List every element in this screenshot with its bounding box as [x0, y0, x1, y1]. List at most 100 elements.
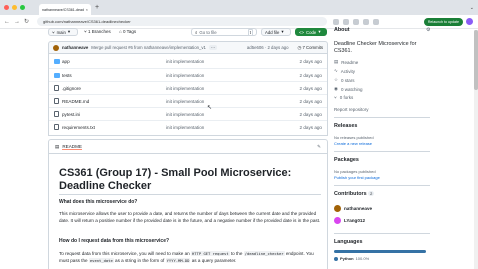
book-icon: ▤ — [334, 59, 339, 64]
url-input[interactable]: github.com/nathanneave/CS361-deadlineche… — [37, 17, 328, 26]
file-commit-message[interactable]: init implementation — [166, 112, 204, 117]
branches-label: 1 Branches — [87, 29, 111, 34]
gear-icon[interactable]: ⚙ — [426, 27, 430, 33]
contributor-name: LYang012 — [344, 218, 366, 223]
scrollbar[interactable] — [474, 30, 478, 269]
ellipsis-icon[interactable]: ⋯ — [208, 45, 217, 50]
file-icon — [54, 98, 59, 104]
file-age: 2 days ago — [299, 72, 322, 78]
update-button[interactable]: Relaunch to update — [423, 17, 463, 26]
file-name[interactable]: tests — [62, 73, 72, 78]
add-file-button[interactable]: Add file ▾ — [261, 28, 291, 36]
tags-label: 0 Tags — [122, 29, 137, 34]
file-name[interactable]: pytest.ini — [62, 112, 80, 117]
author-avatar[interactable] — [53, 44, 59, 51]
commits-link[interactable]: ◷ 7 Commits — [298, 45, 324, 51]
file-commit-message[interactable]: init implementation — [166, 125, 204, 130]
sidebar-link-activity[interactable]: ∿ Activity — [334, 68, 355, 74]
extension-icon[interactable] — [373, 18, 380, 25]
file-age: 2 days ago — [299, 124, 322, 130]
packages-heading[interactable]: Packages — [334, 157, 359, 163]
language-dot — [334, 256, 338, 261]
extension-icon[interactable] — [363, 18, 370, 25]
file-name[interactable]: .gitignore — [62, 86, 81, 91]
close-tab-icon[interactable]: × — [86, 7, 88, 12]
file-name[interactable]: app — [62, 59, 70, 64]
sidebar-link-star[interactable]: ☆ 0 stars — [334, 77, 355, 83]
contributor-name: nathanneave — [344, 206, 373, 211]
maximize-window-button[interactable] — [20, 5, 25, 10]
history-icon: ◷ — [297, 44, 302, 50]
extension-icon[interactable] — [353, 18, 360, 25]
minimize-window-button[interactable] — [12, 5, 17, 10]
reload-icon[interactable]: ↻ — [24, 18, 29, 25]
back-icon[interactable]: ← — [4, 19, 10, 25]
file-row[interactable]: README.md init implementation 2 days ago — [49, 94, 327, 107]
packages-text: No packages published — [334, 169, 376, 174]
sidebar-link-fork[interactable]: ⑂ 0 forks — [334, 95, 353, 100]
go-to-file-input[interactable]: ⌕ Go to file t — [191, 28, 257, 36]
branch-icon: ⑂ — [84, 29, 87, 34]
file-name[interactable]: requirements.txt — [62, 125, 95, 130]
commit-message[interactable]: Merge pull request #6 from nathanneave/i… — [91, 45, 206, 50]
chevron-down-icon: ▾ — [281, 29, 284, 34]
file-row[interactable]: app init implementation 2 days ago — [49, 55, 327, 68]
create-release-link[interactable]: Create a new release — [334, 141, 372, 146]
file-commit-message[interactable]: init implementation — [166, 59, 204, 64]
new-tab-button[interactable]: + — [95, 4, 99, 11]
inline-code: YYYY-MM-DD — [165, 257, 191, 263]
code-icon: <> — [299, 29, 305, 35]
sidebar-link-book[interactable]: ▤ Readme — [334, 59, 358, 65]
file-commit-message[interactable]: init implementation — [166, 99, 204, 104]
extension-icon[interactable] — [343, 18, 350, 25]
folder-icon — [54, 59, 60, 64]
commit-author[interactable]: nathanneave — [62, 45, 88, 50]
extension-icon[interactable] — [333, 18, 340, 25]
file-row[interactable]: .gitignore init implementation 2 days ago — [49, 81, 327, 94]
profile-avatar[interactable] — [466, 18, 473, 25]
tab-list-icon[interactable]: ⌄ — [470, 5, 474, 11]
repo-description: Deadline Checker Microservice for CS361. — [334, 41, 417, 54]
branches-link[interactable]: ⑂ 1 Branches — [84, 29, 111, 34]
file-name[interactable]: README.md — [62, 99, 89, 104]
contributors-label: Contributors — [334, 191, 367, 197]
file-row[interactable]: requirements.txt init implementation 2 day… — [49, 120, 327, 133]
contributor-avatar — [334, 205, 341, 212]
releases-heading[interactable]: Releases — [334, 123, 357, 129]
text-span: To request data from this microservice, … — [59, 251, 190, 256]
scrollbar-thumb[interactable] — [474, 30, 478, 90]
fork-icon: ⑂ — [334, 95, 337, 100]
language-entry[interactable]: Python 100.0% — [334, 256, 369, 261]
browser-tab[interactable]: nathanneave/CS361-deadline... × — [39, 4, 91, 15]
file-icon — [54, 111, 59, 117]
contributor-avatar — [334, 217, 341, 224]
branch-selector[interactable]: ⑂ main ▾ — [48, 28, 78, 36]
commit-hash[interactable]: ad5e606 · 2 days ago — [247, 45, 289, 50]
latest-commit-bar: nathanneave Merge pull request #6 from n… — [48, 41, 328, 54]
forward-icon[interactable]: → — [14, 19, 20, 25]
readme-tab[interactable]: README — [62, 144, 82, 150]
close-window-button[interactable] — [4, 5, 9, 10]
tags-link[interactable]: ⌂ 0 Tags — [119, 29, 136, 34]
contributor[interactable]: LYang012 — [334, 217, 365, 224]
report-repository-link[interactable]: Report repository — [334, 107, 369, 112]
search-icon: ⌕ — [195, 29, 198, 35]
file-commit-message[interactable]: init implementation — [166, 86, 204, 91]
readme-panel: ▤ README ✎ CS361 (Group 17) - Small Pool… — [48, 139, 328, 269]
contributor[interactable]: nathanneave — [334, 205, 372, 212]
publish-package-link[interactable]: Publish your first package — [334, 175, 380, 180]
readme-title: CS361 (Group 17) - Small Pool Microservi… — [59, 167, 292, 192]
file-commit-message[interactable]: init implementation — [166, 73, 204, 78]
inline-code: event_date — [88, 257, 114, 263]
contributors-heading[interactable]: Contributors 2 — [334, 191, 375, 197]
readme-heading-1: What does this microservice do? — [59, 199, 138, 205]
browser-tabbar: nathanneave/CS361-deadline... × + ⌄ — [0, 0, 478, 15]
shortcut-kbd: t — [247, 28, 253, 36]
file-row[interactable]: tests init implementation 2 days ago — [49, 68, 327, 81]
edit-icon[interactable]: ✎ — [317, 144, 321, 150]
code-button[interactable]: <> Code ▾ — [295, 28, 327, 36]
text-span: as a string in the form of — [115, 257, 165, 263]
sidebar-link-eye[interactable]: ◉ 0 watching — [334, 86, 362, 92]
file-row[interactable]: pytest.ini init implementation 2 days ago — [49, 107, 327, 120]
file-icon — [54, 85, 59, 91]
